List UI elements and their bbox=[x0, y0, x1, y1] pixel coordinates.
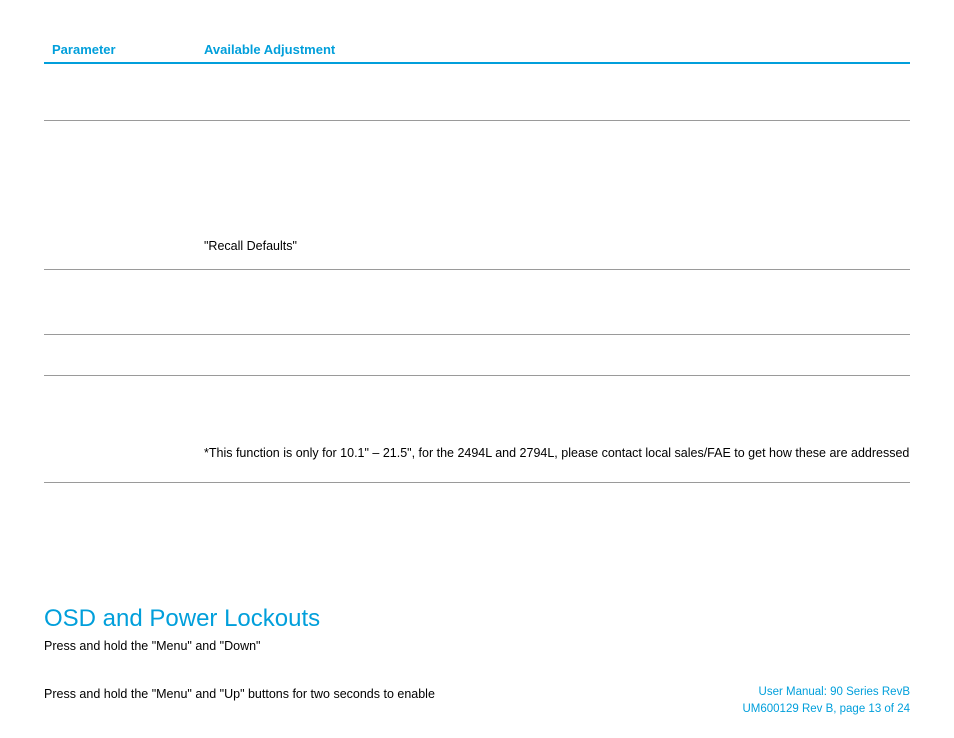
table-header-row: Parameter Available Adjustment bbox=[44, 42, 910, 62]
row-adjust-cell: "Recall Defaults" bbox=[204, 237, 910, 255]
footer-line2: UM600129 Rev B, page 13 of 24 bbox=[742, 701, 910, 718]
row-divider bbox=[44, 482, 910, 483]
row-adjust-cell: *This function is only for 10.1" – 21.5"… bbox=[204, 444, 910, 462]
table-row: "Recall Defaults" bbox=[44, 121, 910, 269]
recall-defaults-text: "Recall Defaults" bbox=[204, 239, 297, 253]
table-row: *This function is only for 10.1" – 21.5"… bbox=[44, 376, 910, 482]
page-footer: User Manual: 90 Series RevB UM600129 Rev… bbox=[742, 684, 910, 719]
section-heading-lockouts: OSD and Power Lockouts bbox=[44, 605, 910, 633]
table-row bbox=[44, 64, 910, 120]
header-adjustment: Available Adjustment bbox=[204, 42, 910, 57]
table-row bbox=[44, 270, 910, 334]
parameter-table: Parameter Available Adjustment "Recall D… bbox=[44, 42, 910, 483]
lockout-para1: Press and hold the "Menu" and "Down" bbox=[44, 639, 910, 653]
footer-line1: User Manual: 90 Series RevB bbox=[742, 684, 910, 701]
table-row bbox=[44, 335, 910, 375]
footnote-text: *This function is only for 10.1" – 21.5"… bbox=[204, 446, 909, 460]
header-parameter: Parameter bbox=[44, 42, 204, 57]
